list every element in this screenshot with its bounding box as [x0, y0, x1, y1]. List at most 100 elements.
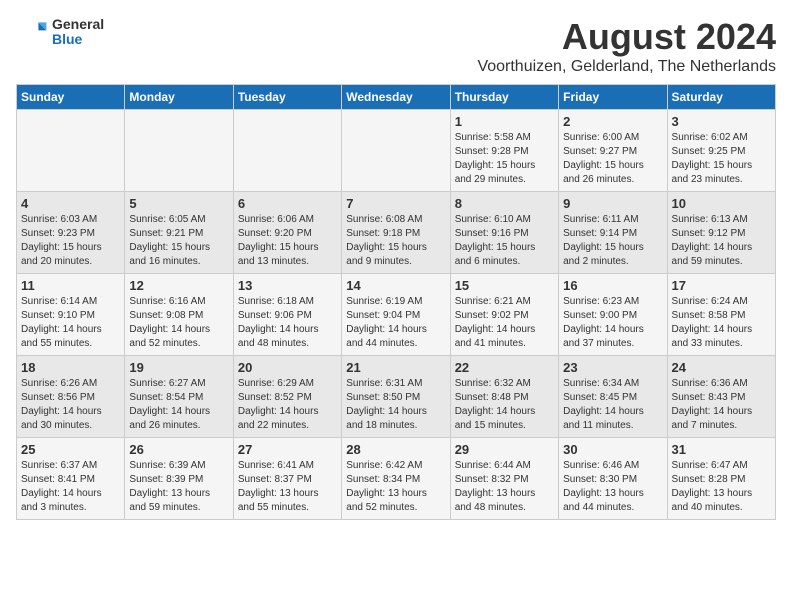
day-info: Sunrise: 6:26 AMSunset: 8:56 PMDaylight:… [21, 377, 120, 433]
calendar-cell: 7 Sunrise: 6:08 AMSunset: 9:18 PMDaylight… [342, 192, 450, 274]
day-number: 18 [21, 360, 120, 375]
calendar-cell: 13Sunrise: 6:18 AMSunset: 9:06 PMDayligh… [233, 274, 341, 356]
calendar-week-row: 25 Sunrise: 6:37 AMSunset: 8:41 PMDayligh… [17, 438, 776, 520]
calendar-cell: 26 Sunrise: 6:39 AMSunset: 8:39 PMDayligh… [125, 438, 233, 520]
day-info: Sunrise: 6:03 AMSunset: 9:23 PMDaylight:… [21, 213, 120, 269]
calendar-cell: 17Sunrise: 6:24 AMSunset: 8:58 PMDayligh… [667, 274, 775, 356]
calendar-cell: 2Sunrise: 6:00 AMSunset: 9:27 PMDaylight… [559, 110, 667, 192]
day-number: 16 [563, 278, 662, 293]
calendar-week-row: 11 Sunrise: 6:14 AMSunset: 9:10 PMDayligh… [17, 274, 776, 356]
day-number: 23 [563, 360, 662, 375]
calendar-cell: 14 Sunrise: 6:19 AMSunset: 9:04 PMDayligh… [342, 274, 450, 356]
weekday-header-row: SundayMondayTuesdayWednesdayThursdayFrid… [17, 85, 776, 110]
day-info: Sunrise: 6:24 AMSunset: 8:58 PMDaylight:… [672, 295, 771, 351]
calendar-cell [233, 110, 341, 192]
calendar-cell: 24Sunrise: 6:36 AMSunset: 8:43 PMDayligh… [667, 356, 775, 438]
day-number: 25 [21, 442, 120, 457]
day-number: 21 [346, 360, 445, 375]
day-number: 7 [346, 196, 445, 211]
day-number: 3 [672, 114, 771, 129]
weekday-header-wednesday: Wednesday [342, 85, 450, 110]
calendar-cell: 27 Sunrise: 6:41 AMSunset: 8:37 PMDayligh… [233, 438, 341, 520]
day-info: Sunrise: 6:13 AMSunset: 9:12 PMDaylight:… [672, 213, 771, 269]
day-number: 4 [21, 196, 120, 211]
calendar-table: SundayMondayTuesdayWednesdayThursdayFrid… [16, 84, 776, 520]
day-number: 14 [346, 278, 445, 293]
day-info: Sunrise: 6:19 AMSunset: 9:04 PMDaylight:… [346, 295, 445, 351]
day-info: Sunrise: 6:42 AMSunset: 8:34 PMDaylight:… [346, 459, 445, 515]
day-info: Sunrise: 6:36 AMSunset: 8:43 PMDaylight:… [672, 377, 771, 433]
day-info: Sunrise: 6:39 AMSunset: 8:39 PMDaylight:… [129, 459, 228, 515]
day-info: Sunrise: 6:08 AMSunset: 9:18 PMDaylight:… [346, 213, 445, 269]
weekday-header-monday: Monday [125, 85, 233, 110]
day-number: 11 [21, 278, 120, 293]
day-info: Sunrise: 6:37 AMSunset: 8:41 PMDaylight:… [21, 459, 120, 515]
location-title: Voorthuizen, Gelderland, The Netherlands [477, 58, 776, 76]
day-info: Sunrise: 6:11 AMSunset: 9:14 PMDaylight:… [563, 213, 662, 269]
day-info: Sunrise: 6:02 AMSunset: 9:25 PMDaylight:… [672, 131, 771, 187]
day-number: 27 [238, 442, 337, 457]
day-info: Sunrise: 6:29 AMSunset: 8:52 PMDaylight:… [238, 377, 337, 433]
calendar-week-row: 1 Sunrise: 5:58 AMSunset: 9:28 PMDaylight… [17, 110, 776, 192]
weekday-header-sunday: Sunday [17, 85, 125, 110]
day-info: Sunrise: 6:21 AMSunset: 9:02 PMDaylight:… [455, 295, 554, 351]
day-number: 29 [455, 442, 554, 457]
day-info: Sunrise: 6:00 AMSunset: 9:27 PMDaylight:… [563, 131, 662, 187]
day-info: Sunrise: 6:10 AMSunset: 9:16 PMDaylight:… [455, 213, 554, 269]
day-number: 8 [455, 196, 554, 211]
calendar-cell: 6 Sunrise: 6:06 AMSunset: 9:20 PMDaylight… [233, 192, 341, 274]
title-area: August 2024 Voorthuizen, Gelderland, The… [477, 16, 776, 76]
calendar-cell: 8 Sunrise: 6:10 AMSunset: 9:16 PMDaylight… [450, 192, 558, 274]
day-info: Sunrise: 6:44 AMSunset: 8:32 PMDaylight:… [455, 459, 554, 515]
day-number: 1 [455, 114, 554, 129]
calendar-cell: 31 Sunrise: 6:47 AMSunset: 8:28 PMDayligh… [667, 438, 775, 520]
day-number: 30 [563, 442, 662, 457]
day-number: 19 [129, 360, 228, 375]
calendar-cell: 5Sunrise: 6:05 AMSunset: 9:21 PMDaylight… [125, 192, 233, 274]
calendar-cell: 19 Sunrise: 6:27 AMSunset: 8:54 PMDayligh… [125, 356, 233, 438]
calendar-cell: 23 Sunrise: 6:34 AMSunset: 8:45 PMDayligh… [559, 356, 667, 438]
calendar-cell: 3 Sunrise: 6:02 AMSunset: 9:25 PMDaylight… [667, 110, 775, 192]
day-number: 22 [455, 360, 554, 375]
day-info: Sunrise: 6:32 AMSunset: 8:48 PMDaylight:… [455, 377, 554, 433]
calendar-cell: 20Sunrise: 6:29 AMSunset: 8:52 PMDayligh… [233, 356, 341, 438]
calendar-cell: 9 Sunrise: 6:11 AMSunset: 9:14 PMDaylight… [559, 192, 667, 274]
day-number: 6 [238, 196, 337, 211]
calendar-cell: 4 Sunrise: 6:03 AMSunset: 9:23 PMDaylight… [17, 192, 125, 274]
calendar-cell: 15 Sunrise: 6:21 AMSunset: 9:02 PMDayligh… [450, 274, 558, 356]
day-info: Sunrise: 6:47 AMSunset: 8:28 PMDaylight:… [672, 459, 771, 515]
day-info: Sunrise: 6:34 AMSunset: 8:45 PMDaylight:… [563, 377, 662, 433]
day-number: 5 [129, 196, 228, 211]
logo-text: General Blue [52, 17, 104, 48]
day-info: Sunrise: 6:27 AMSunset: 8:54 PMDaylight:… [129, 377, 228, 433]
weekday-header-friday: Friday [559, 85, 667, 110]
logo-blue-text: Blue [52, 32, 104, 47]
day-info: Sunrise: 6:06 AMSunset: 9:20 PMDaylight:… [238, 213, 337, 269]
calendar-cell: 21Sunrise: 6:31 AMSunset: 8:50 PMDayligh… [342, 356, 450, 438]
calendar-cell: 28Sunrise: 6:42 AMSunset: 8:34 PMDayligh… [342, 438, 450, 520]
calendar-cell: 18 Sunrise: 6:26 AMSunset: 8:56 PMDayligh… [17, 356, 125, 438]
day-info: Sunrise: 5:58 AMSunset: 9:28 PMDaylight:… [455, 131, 554, 187]
day-number: 12 [129, 278, 228, 293]
day-number: 15 [455, 278, 554, 293]
day-number: 26 [129, 442, 228, 457]
calendar-cell [342, 110, 450, 192]
calendar-cell: 16Sunrise: 6:23 AMSunset: 9:00 PMDayligh… [559, 274, 667, 356]
logo-icon [16, 16, 48, 48]
logo-general-text: General [52, 17, 104, 32]
day-number: 9 [563, 196, 662, 211]
month-title: August 2024 [477, 16, 776, 58]
day-info: Sunrise: 6:41 AMSunset: 8:37 PMDaylight:… [238, 459, 337, 515]
day-number: 31 [672, 442, 771, 457]
calendar-week-row: 4 Sunrise: 6:03 AMSunset: 9:23 PMDaylight… [17, 192, 776, 274]
day-info: Sunrise: 6:14 AMSunset: 9:10 PMDaylight:… [21, 295, 120, 351]
calendar-week-row: 18 Sunrise: 6:26 AMSunset: 8:56 PMDayligh… [17, 356, 776, 438]
calendar-cell [17, 110, 125, 192]
calendar-cell: 12Sunrise: 6:16 AMSunset: 9:08 PMDayligh… [125, 274, 233, 356]
calendar-cell: 30Sunrise: 6:46 AMSunset: 8:30 PMDayligh… [559, 438, 667, 520]
calendar-cell: 11 Sunrise: 6:14 AMSunset: 9:10 PMDayligh… [17, 274, 125, 356]
calendar-cell: 10Sunrise: 6:13 AMSunset: 9:12 PMDayligh… [667, 192, 775, 274]
calendar-cell: 1 Sunrise: 5:58 AMSunset: 9:28 PMDaylight… [450, 110, 558, 192]
weekday-header-thursday: Thursday [450, 85, 558, 110]
calendar-cell: 22 Sunrise: 6:32 AMSunset: 8:48 PMDayligh… [450, 356, 558, 438]
